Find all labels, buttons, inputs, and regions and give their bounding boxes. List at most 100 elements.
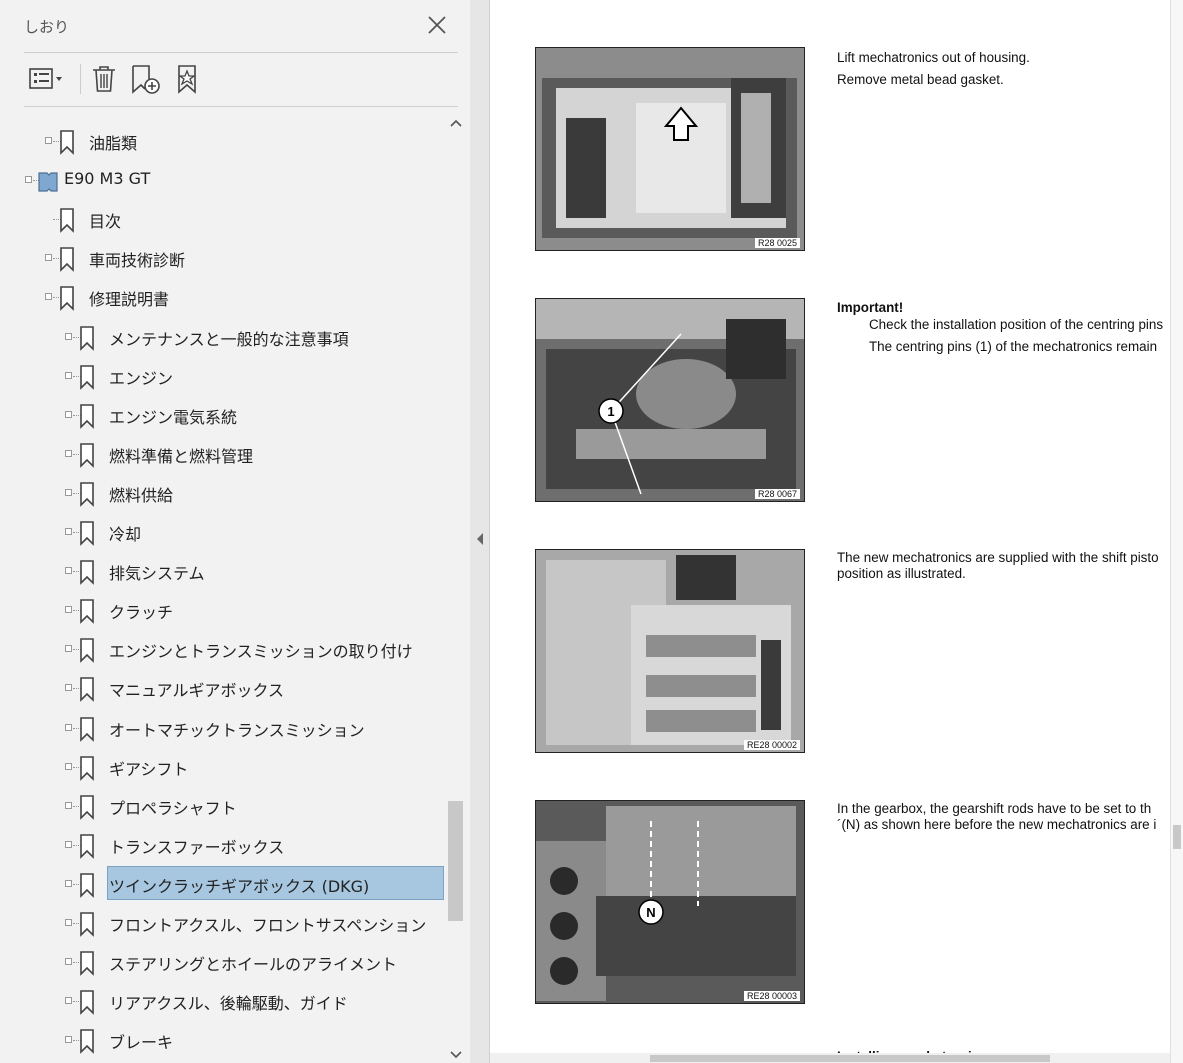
expand-toggle[interactable] <box>65 488 72 496</box>
bookmark-item[interactable]: E90 M3 GT <box>0 160 446 199</box>
bookmark-icon <box>80 794 94 820</box>
bookmark-icon <box>80 599 94 625</box>
bookmark-item[interactable]: 燃料準備と燃料管理 <box>0 434 446 473</box>
scroll-thumb[interactable] <box>1173 825 1181 849</box>
important-heading: Important! <box>837 300 904 315</box>
figure-code: R28 0067 <box>754 489 800 499</box>
collapse-panel-icon[interactable] <box>475 532 485 546</box>
bookmark-icon <box>80 521 94 546</box>
expand-toggle[interactable] <box>65 528 72 535</box>
expand-toggle[interactable] <box>65 801 72 809</box>
instruction-text: The new mechatronics are supplied with t… <box>837 550 1159 565</box>
bookmark-item[interactable]: オートマチックトランスミッション <box>0 708 446 747</box>
tree-scrollbar[interactable] <box>446 108 466 1063</box>
bookmark-label: クラッチ <box>109 603 174 623</box>
bookmark-item[interactable]: トランスファーボックス <box>0 825 446 864</box>
delete-bookmark-button[interactable] <box>88 62 120 96</box>
bookmark-item[interactable]: エンジン電気系統 <box>0 395 446 434</box>
expand-toggle[interactable] <box>25 176 32 184</box>
mechatronics-photo <box>536 48 804 250</box>
expand-toggle[interactable] <box>65 723 72 731</box>
trash-icon <box>93 66 115 92</box>
bookmark-icon <box>80 951 94 977</box>
bookmark-item[interactable]: メンテナンスと一般的な注意事項 <box>0 317 446 356</box>
bookmark-label: 燃料供給 <box>109 485 174 505</box>
expand-toggle[interactable] <box>65 919 72 926</box>
bookmark-item[interactable]: フロントアクスル、フロントサスペンション <box>0 903 446 942</box>
figure-4: N RE28 00003 <box>535 800 805 1004</box>
instruction-text: ´(N) as shown here before the new mechat… <box>837 817 1157 832</box>
bookmark-label: マニュアルギアボックス <box>109 681 285 701</box>
document-view[interactable]: R28 0025 1 R28 0067 RE28 00002 N RE28 00… <box>490 0 1170 1063</box>
book-icon <box>38 172 58 192</box>
expand-toggle[interactable] <box>65 997 72 1005</box>
scroll-thumb[interactable] <box>650 1055 1050 1062</box>
bookmark-item[interactable]: ペダル <box>0 1059 446 1063</box>
bookmark-label: エンジンとトランスミッションの取り付け <box>109 642 413 662</box>
document-scrollbar[interactable] <box>1170 0 1183 1063</box>
bookmark-icon <box>80 364 94 390</box>
bookmark-item[interactable]: プロペラシャフト <box>0 786 446 825</box>
bookmark-icon <box>80 482 94 507</box>
bookmark-item[interactable]: ブレーキ <box>0 1020 446 1059</box>
expand-toggle[interactable] <box>65 1036 72 1044</box>
expand-toggle[interactable] <box>65 840 72 848</box>
figure-code: R28 0025 <box>754 238 800 248</box>
bookmark-star-icon <box>178 65 196 94</box>
bookmark-item[interactable]: クラッチ <box>0 590 446 629</box>
expand-toggle[interactable] <box>65 645 72 653</box>
bookmark-label: オートマチックトランスミッション <box>109 720 365 740</box>
options-menu-button[interactable] <box>28 62 68 96</box>
expand-toggle[interactable] <box>65 332 72 340</box>
bookmark-item[interactable]: 燃料供給 <box>0 473 446 512</box>
expand-toggle[interactable] <box>65 606 72 614</box>
figure-2: 1 R28 0067 <box>535 298 805 502</box>
bookmark-tree: 油脂類 E90 M3 GT 目次 車両技術診断 修理説明書メンテナンスと一般的な注意事項… <box>0 108 446 1063</box>
expand-toggle[interactable] <box>65 958 72 966</box>
expand-toggle[interactable] <box>45 137 52 144</box>
bookmark-icon <box>80 1029 94 1055</box>
callout-label: 1 <box>607 404 614 419</box>
bookmark-item[interactable]: 車両技術診断 <box>0 238 446 277</box>
bookmark-icon <box>80 990 94 1016</box>
bookmark-icon <box>80 755 94 781</box>
expand-toggle[interactable] <box>65 449 72 457</box>
bookmark-item[interactable]: 油脂類 <box>0 121 446 160</box>
figure-code: RE28 00003 <box>743 991 800 1001</box>
bookmark-item[interactable]: マニュアルギアボックス <box>0 668 446 707</box>
bookmark-item[interactable]: 排気システム <box>0 551 446 590</box>
expand-toggle[interactable] <box>65 410 72 418</box>
expand-toggle[interactable] <box>65 567 72 575</box>
expand-toggle[interactable] <box>45 254 52 262</box>
horizontal-scrollbar[interactable] <box>490 1053 1170 1063</box>
bookmark-label: トランスファーボックス <box>109 837 285 857</box>
scroll-up-icon[interactable] <box>446 114 466 132</box>
instruction-text: Remove metal bead gasket. <box>837 72 1004 87</box>
new-bookmark-button[interactable] <box>128 62 162 96</box>
expand-toggle[interactable] <box>45 293 52 301</box>
expand-toggle[interactable] <box>65 684 72 692</box>
bookmark-item[interactable]: エンジンとトランスミッションの取り付け <box>0 629 446 668</box>
scroll-down-icon[interactable] <box>446 1048 466 1062</box>
bookmark-icon <box>80 325 94 351</box>
bookmark-item[interactable]: 目次 <box>0 199 446 238</box>
expand-toggle[interactable] <box>65 762 72 770</box>
expand-toggle[interactable] <box>65 371 72 379</box>
bookmark-item[interactable]: ステアリングとホイールのアライメント <box>0 942 446 981</box>
close-icon[interactable] <box>424 12 450 38</box>
bookmark-icon <box>80 716 94 742</box>
bookmark-item[interactable]: ギアシフト <box>0 747 446 786</box>
expand-bookmark-button[interactable] <box>170 62 204 96</box>
instruction-text: Check the installation position of the c… <box>869 317 1164 332</box>
expand-toggle[interactable] <box>65 879 72 887</box>
bookmark-item[interactable]: ツインクラッチギアボックス (DKG) <box>0 864 446 903</box>
bookmark-icon <box>80 677 94 703</box>
bookmark-item[interactable]: 修理説明書 <box>0 277 446 316</box>
bookmark-item[interactable]: エンジン <box>0 356 446 395</box>
bookmark-item[interactable]: 冷却 <box>0 512 446 551</box>
panel-splitter[interactable] <box>470 0 490 1063</box>
bookmark-item[interactable]: リアアクスル、後輪駆動、ガイド <box>0 981 446 1020</box>
bookmark-label: メンテナンスと一般的な注意事項 <box>109 329 349 349</box>
scroll-thumb[interactable] <box>448 801 463 921</box>
toolbar-separator <box>80 64 81 94</box>
